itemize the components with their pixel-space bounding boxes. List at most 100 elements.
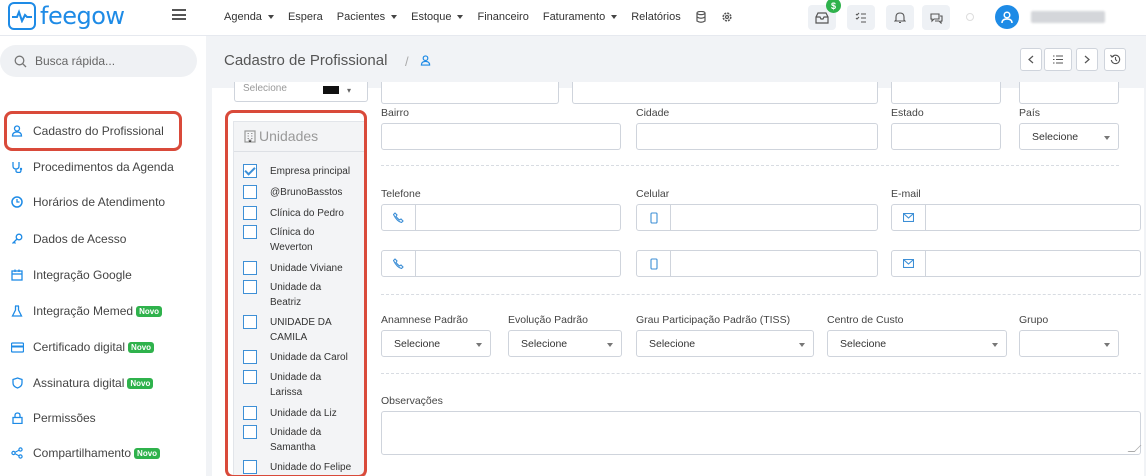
nav-relatorios[interactable]: Relatórios <box>631 11 681 23</box>
database-icon[interactable] <box>695 11 707 23</box>
divider <box>381 373 1141 374</box>
estado-label: Estado <box>891 107 924 119</box>
email-input[interactable] <box>891 204 1141 231</box>
notification-badge: $ <box>826 0 841 13</box>
anamnese-select[interactable]: Selecione <box>381 330 491 357</box>
page-title: Cadastro de Profissional <box>224 52 388 69</box>
sidebar-item-certificado[interactable]: Certificado digital Novo <box>10 336 155 358</box>
gear-icon[interactable] <box>721 11 733 23</box>
nav-faturamento[interactable]: Faturamento <box>543 11 618 23</box>
top-bar: feegow Agenda Espera Pacientes Estoque F… <box>0 0 1146 36</box>
pais-select[interactable]: Selecione <box>1019 123 1119 150</box>
bell-icon <box>894 12 906 24</box>
highlight-annotation <box>4 111 182 151</box>
nav-financeiro[interactable]: Financeiro <box>477 11 528 23</box>
grau-label: Grau Participação Padrão (TISS) <box>636 314 791 326</box>
sidebar-item-dados-acesso[interactable]: Dados de Acesso <box>10 228 126 250</box>
nav-espera[interactable]: Espera <box>288 11 323 23</box>
list-button[interactable] <box>1044 48 1072 71</box>
extra-input[interactable] <box>1019 82 1119 104</box>
nav-pacientes[interactable]: Pacientes <box>337 11 398 23</box>
sidebar-item-label: Integração Memed <box>33 304 134 318</box>
user-icon <box>420 55 431 69</box>
checklist-icon <box>855 12 866 23</box>
chevron-down-icon <box>476 343 482 347</box>
email-2-input[interactable] <box>891 250 1141 277</box>
resize-handle[interactable] <box>1127 445 1142 452</box>
sidebar-item-google[interactable]: Integração Google <box>10 264 132 286</box>
sidebar: Busca rápida... Cadastro do Profissional… <box>0 36 206 476</box>
cep-input[interactable] <box>891 82 1001 104</box>
email-label: E-mail <box>891 188 921 200</box>
logo[interactable]: feegow <box>8 2 125 30</box>
inbox-icon <box>815 11 829 24</box>
nav-agenda[interactable]: Agenda <box>224 11 274 23</box>
previous-button[interactable] <box>1020 48 1042 71</box>
sidebar-item-memed[interactable]: Integração Memed Novo <box>10 300 163 322</box>
divider <box>381 294 1141 295</box>
evolucao-select[interactable]: Selecione <box>508 330 622 357</box>
chat-button[interactable] <box>922 5 950 30</box>
bairro-input[interactable] <box>381 123 621 150</box>
sidebar-item-label: Assinatura digital <box>33 376 125 390</box>
celular-input[interactable] <box>636 204 878 231</box>
search-input[interactable]: Busca rápida... <box>0 45 197 77</box>
sidebar-item-procedimentos[interactable]: Procedimentos da Agenda <box>10 156 174 178</box>
numero-input[interactable] <box>381 82 559 104</box>
sidebar-item-compartilhamento[interactable]: Compartilhamento Novo <box>10 442 161 464</box>
user-name-redacted[interactable] <box>1031 11 1105 23</box>
flask-icon <box>10 305 24 317</box>
celular-label: Celular <box>636 188 670 200</box>
list-icon <box>1053 55 1063 64</box>
mobile-icon <box>637 205 671 230</box>
stethoscope-icon <box>10 161 24 173</box>
tasks-button[interactable] <box>847 5 875 30</box>
complemento-input[interactable] <box>572 82 878 104</box>
grau-select[interactable]: Selecione <box>636 330 814 357</box>
cidade-input[interactable] <box>636 123 878 150</box>
sidebar-item-permissoes[interactable]: Permissões <box>10 407 96 429</box>
clock-icon <box>10 196 24 208</box>
status-dot-icon <box>966 13 974 21</box>
novo-badge: Novo <box>127 377 154 389</box>
anamnese-label: Anamnese Padrão <box>381 314 468 326</box>
estado-input[interactable] <box>891 123 1001 150</box>
telefone-2-input[interactable] <box>381 250 621 277</box>
notifications-button[interactable] <box>886 5 914 30</box>
card-icon <box>10 341 24 353</box>
novo-badge: Novo <box>128 341 155 353</box>
celular-2-input[interactable] <box>636 250 878 277</box>
history-button[interactable] <box>1104 48 1126 71</box>
avatar[interactable] <box>995 5 1019 29</box>
chevron-left-icon <box>1028 55 1034 64</box>
sidebar-item-label: Procedimentos da Agenda <box>33 160 174 174</box>
color-swatch <box>323 86 339 94</box>
color-select[interactable]: Selecione ▾ <box>234 82 368 102</box>
lock-icon <box>10 412 24 424</box>
centro-select[interactable]: Selecione <box>827 330 1007 357</box>
sidebar-item-horarios[interactable]: Horários de Atendimento <box>10 191 165 213</box>
grupo-select[interactable] <box>1019 330 1119 357</box>
logo-text: feegow <box>40 2 125 30</box>
phone-icon <box>382 251 416 276</box>
menu-toggle-icon[interactable] <box>172 9 186 20</box>
chevron-down-icon <box>267 15 274 19</box>
user-icon <box>1001 10 1013 23</box>
envelope-icon <box>892 251 926 276</box>
search-placeholder: Busca rápida... <box>35 54 116 68</box>
telefone-input[interactable] <box>381 204 621 231</box>
chevron-down-icon <box>607 343 613 347</box>
chevron-down-icon <box>391 15 398 19</box>
logo-icon <box>8 2 36 30</box>
chevron-down-icon: ▾ <box>347 86 352 95</box>
observacoes-label: Observações <box>381 395 443 407</box>
nav-estoque[interactable]: Estoque <box>411 11 464 23</box>
observacoes-textarea[interactable] <box>381 411 1142 455</box>
page-header: Cadastro de Profissional / <box>206 36 1146 88</box>
novo-badge: Novo <box>134 447 161 459</box>
main-nav: Agenda Espera Pacientes Estoque Financei… <box>224 0 747 34</box>
sidebar-item-assinatura[interactable]: Assinatura digital Novo <box>10 372 154 394</box>
next-button[interactable] <box>1076 48 1098 71</box>
novo-badge: Novo <box>136 305 163 317</box>
history-icon <box>1109 54 1120 65</box>
